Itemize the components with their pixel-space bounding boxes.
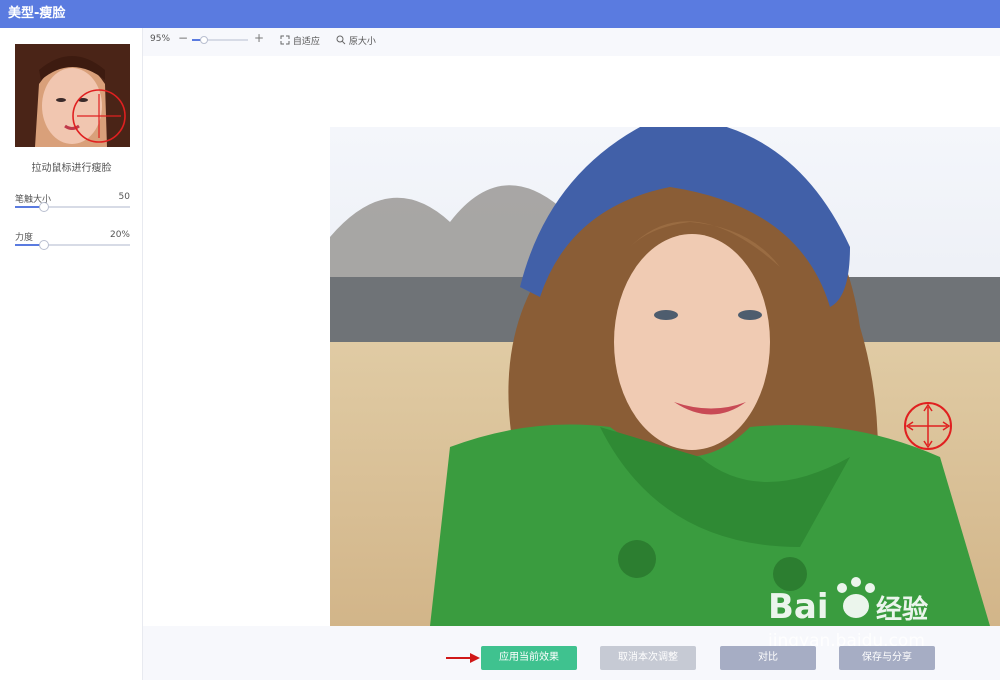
zoom-handle[interactable] (200, 36, 209, 44)
strength-track[interactable] (15, 240, 130, 250)
example-thumbnail (15, 44, 130, 147)
fit-button[interactable]: 自适应 (280, 34, 320, 47)
original-size-label: 原大小 (348, 37, 376, 47)
strength-value: 20% (109, 230, 130, 240)
brush-size-handle[interactable] (38, 202, 49, 212)
fit-label: 自适应 (292, 37, 320, 47)
magnifier-icon (336, 35, 346, 45)
editing-photo[interactable] (330, 127, 1000, 626)
pointer-arrow-icon (446, 653, 480, 663)
apply-button[interactable]: 应用当前效果 (481, 646, 577, 670)
strength-label: 力度 (15, 233, 34, 243)
sidebar: 拉动鼠标进行瘦脸 笔触大小 50 力度 20% (0, 28, 143, 680)
compare-button[interactable]: 对比 (720, 646, 816, 670)
window-title: 美型-瘦脸 (0, 0, 1000, 28)
svg-text:经验: 经验 (876, 594, 928, 625)
brush-size-value: 50 (118, 192, 130, 202)
svg-text:Bai: Bai (768, 587, 829, 627)
cancel-adjust-button[interactable]: 取消本次调整 (600, 646, 696, 670)
original-size-button[interactable]: 原大小 (336, 34, 376, 47)
strength-handle[interactable] (38, 240, 49, 250)
zoom-level: 95% (150, 34, 171, 44)
slim-cursor-icon (904, 402, 952, 450)
zoom-in-button[interactable]: + (254, 31, 264, 45)
fit-icon (280, 35, 290, 45)
zoom-slider[interactable] (192, 36, 248, 44)
brush-size-track[interactable] (15, 202, 130, 212)
save-share-button[interactable]: 保存与分享 (839, 646, 935, 670)
zoom-out-button[interactable]: − (178, 31, 188, 45)
slim-hint: 拉动鼠标进行瘦脸 (31, 163, 112, 174)
